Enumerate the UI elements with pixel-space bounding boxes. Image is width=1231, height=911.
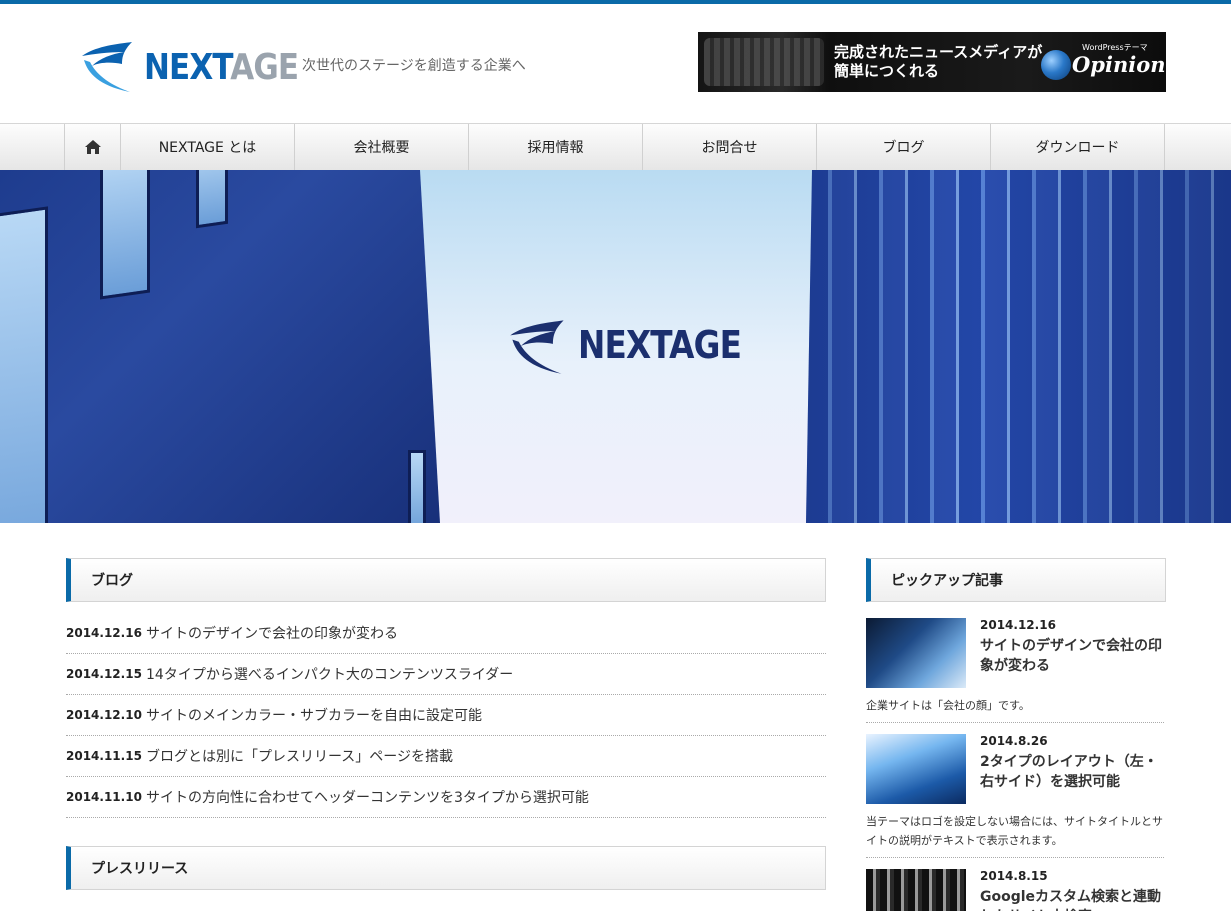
blog-section-heading: ブログ	[66, 558, 826, 602]
nav-item-recruit[interactable]: 採用情報	[469, 124, 643, 170]
pickup-article[interactable]: 2014.8.15 Googleカスタム検索と連動したサイト内検索	[866, 869, 1166, 911]
pickup-article[interactable]: 2014.8.26 2タイプのレイアウト（左・右サイド）を選択可能 当テーマはロ…	[866, 734, 1166, 860]
blog-title-link[interactable]: サイトの方向性に合わせてヘッダーコンテンツを3タイプから選択可能	[146, 787, 589, 807]
nav-item-blog[interactable]: ブログ	[817, 124, 991, 170]
pickup-article[interactable]: 2014.12.16 サイトのデザインで会社の印象が変わる 企業サイトは「会社の…	[866, 618, 1166, 728]
blog-date: 2014.12.16	[66, 626, 142, 640]
blog-list-item[interactable]: 2014.12.10 サイトのメインカラー・サブカラーを自由に設定可能	[66, 695, 826, 736]
nav-item-contact[interactable]: お問合せ	[643, 124, 817, 170]
pickup-divider	[866, 857, 1164, 858]
pickup-title-link[interactable]: Googleカスタム検索と連動したサイト内検索	[980, 887, 1166, 911]
site-header: NEXTAGE 次世代のステージを創造する企業へ 完成されたニュースメディアが …	[0, 4, 1231, 122]
hero-logo-text: NEXTAGE	[578, 323, 742, 367]
site-tagline: 次世代のステージを創造する企業へ	[302, 58, 526, 74]
pickup-title-link[interactable]: サイトのデザインで会社の印象が変わる	[980, 636, 1166, 676]
pickup-excerpt: 企業サイトは「会社の顔」です。	[866, 699, 1030, 712]
pickup-thumbnail[interactable]	[866, 869, 966, 911]
pickup-date: 2014.12.16	[980, 618, 1056, 632]
hero-image: NEXTAGE	[0, 170, 1231, 523]
banner-headline-line1: 完成されたニュースメディアが	[834, 43, 1043, 61]
banner-product-name: Opinion	[1072, 52, 1166, 77]
press-section-heading: プレスリリース	[66, 846, 826, 890]
banner-headline: 完成されたニュースメディアが 簡単につくれる	[834, 43, 1042, 81]
logo-next: NEXT	[144, 47, 231, 88]
pickup-date: 2014.8.15	[980, 869, 1048, 883]
blog-title-link[interactable]: サイトのメインカラー・サブカラーを自由に設定可能	[146, 705, 482, 725]
hero-building-left	[0, 170, 440, 523]
banner-headline-line2: 簡単につくれる	[834, 62, 940, 80]
blog-list: 2014.12.16 サイトのデザインで会社の印象が変わる 2014.12.15…	[66, 613, 826, 818]
global-nav: NEXTAGE とは 会社概要 採用情報 お問合せ ブログ ダウンロード	[0, 123, 1231, 171]
globe-icon	[1041, 50, 1071, 80]
blog-list-item[interactable]: 2014.11.10 サイトの方向性に合わせてヘッダーコンテンツを3タイプから選…	[66, 777, 826, 818]
blog-title-link[interactable]: 14タイプから選べるインパクト大のコンテンツスライダー	[146, 664, 513, 684]
nav-item-download[interactable]: ダウンロード	[991, 124, 1165, 170]
blog-date: 2014.12.10	[66, 708, 142, 722]
home-icon	[84, 140, 101, 154]
logo-swoosh-icon	[82, 42, 132, 92]
blog-date: 2014.12.15	[66, 667, 142, 681]
blog-list-item[interactable]: 2014.12.16 サイトのデザインで会社の印象が変わる	[66, 613, 826, 654]
ad-banner[interactable]: 完成されたニュースメディアが 簡単につくれる WordPressテーマ Opin…	[698, 32, 1166, 92]
pickup-date: 2014.8.26	[980, 734, 1048, 748]
blog-title-link[interactable]: サイトのデザインで会社の印象が変わる	[146, 623, 398, 643]
logo-wordmark: NEXTAGE	[144, 46, 299, 90]
pickup-title-link[interactable]: 2タイプのレイアウト（左・右サイド）を選択可能	[980, 752, 1166, 792]
blog-date: 2014.11.15	[66, 749, 142, 763]
hero-logo: NEXTAGE	[506, 316, 742, 376]
pickup-thumbnail[interactable]	[866, 734, 966, 804]
hero-logo-swoosh-icon	[510, 320, 564, 374]
nav-home[interactable]	[65, 124, 121, 170]
blog-list-item[interactable]: 2014.12.15 14タイプから選べるインパクト大のコンテンツスライダー	[66, 654, 826, 695]
hero-building-right	[806, 170, 1231, 523]
pickup-section-heading: ピックアップ記事	[866, 558, 1166, 602]
blog-date: 2014.11.10	[66, 790, 142, 804]
logo-age: AGE	[230, 47, 299, 88]
blog-title-link[interactable]: ブログとは別に「プレスリリース」ページを搭載	[146, 746, 453, 766]
nav-item-company[interactable]: 会社概要	[295, 124, 469, 170]
nav-item-about[interactable]: NEXTAGE とは	[121, 124, 295, 170]
typewriter-image	[704, 38, 824, 86]
pickup-thumbnail[interactable]	[866, 618, 966, 688]
pickup-excerpt: 当テーマはロゴを設定しない場合には、サイトタイトルとサイトの説明がテキストで表示…	[866, 815, 1163, 847]
nav-items: NEXTAGE とは 会社概要 採用情報 お問合せ ブログ ダウンロード	[64, 124, 1165, 170]
blog-list-item[interactable]: 2014.11.15 ブログとは別に「プレスリリース」ページを搭載	[66, 736, 826, 777]
site-logo[interactable]: NEXTAGE	[78, 38, 299, 98]
pickup-divider	[866, 722, 1164, 723]
